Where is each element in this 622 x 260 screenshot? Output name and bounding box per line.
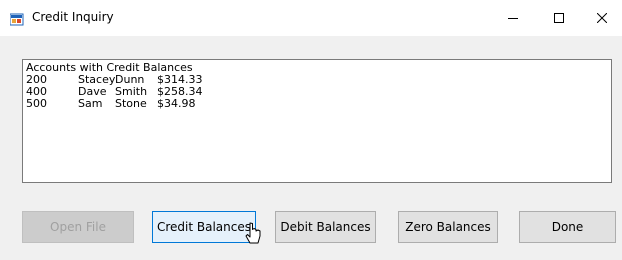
list-item[interactable]: 200 StaceyDunn $314.33 (26, 74, 609, 86)
maximize-icon (554, 13, 564, 23)
credit-balances-button[interactable]: Credit Balances (152, 211, 256, 243)
open-file-button[interactable]: Open File (22, 211, 134, 243)
minimize-icon (508, 18, 518, 19)
accounts-listbox[interactable]: Accounts with Credit Balances 200 StaceyD… (22, 59, 612, 183)
close-button[interactable] (582, 0, 622, 36)
list-item[interactable]: 400 Dave Smith $258.34 (26, 86, 609, 98)
list-item[interactable]: 500 Sam Stone $34.98 (26, 98, 609, 110)
close-icon (597, 13, 607, 23)
maximize-button[interactable] (536, 0, 582, 36)
mouse-pointer-icon (245, 222, 261, 244)
minimize-button[interactable] (490, 0, 536, 36)
zero-balances-button[interactable]: Zero Balances (398, 211, 498, 243)
credit-inquiry-window: Credit Inquiry Accounts with Credit Bala… (0, 0, 622, 260)
balance: $34.98 (157, 97, 196, 110)
window-title: Credit Inquiry (32, 10, 114, 24)
last-name: Stone (115, 97, 147, 110)
title-bar[interactable]: Credit Inquiry (0, 0, 622, 36)
debit-balances-button[interactable]: Debit Balances (275, 211, 376, 243)
done-button[interactable]: Done (519, 211, 616, 243)
account-number: 500 (26, 97, 47, 110)
app-icon (10, 13, 24, 26)
first-name: Sam (78, 97, 103, 110)
